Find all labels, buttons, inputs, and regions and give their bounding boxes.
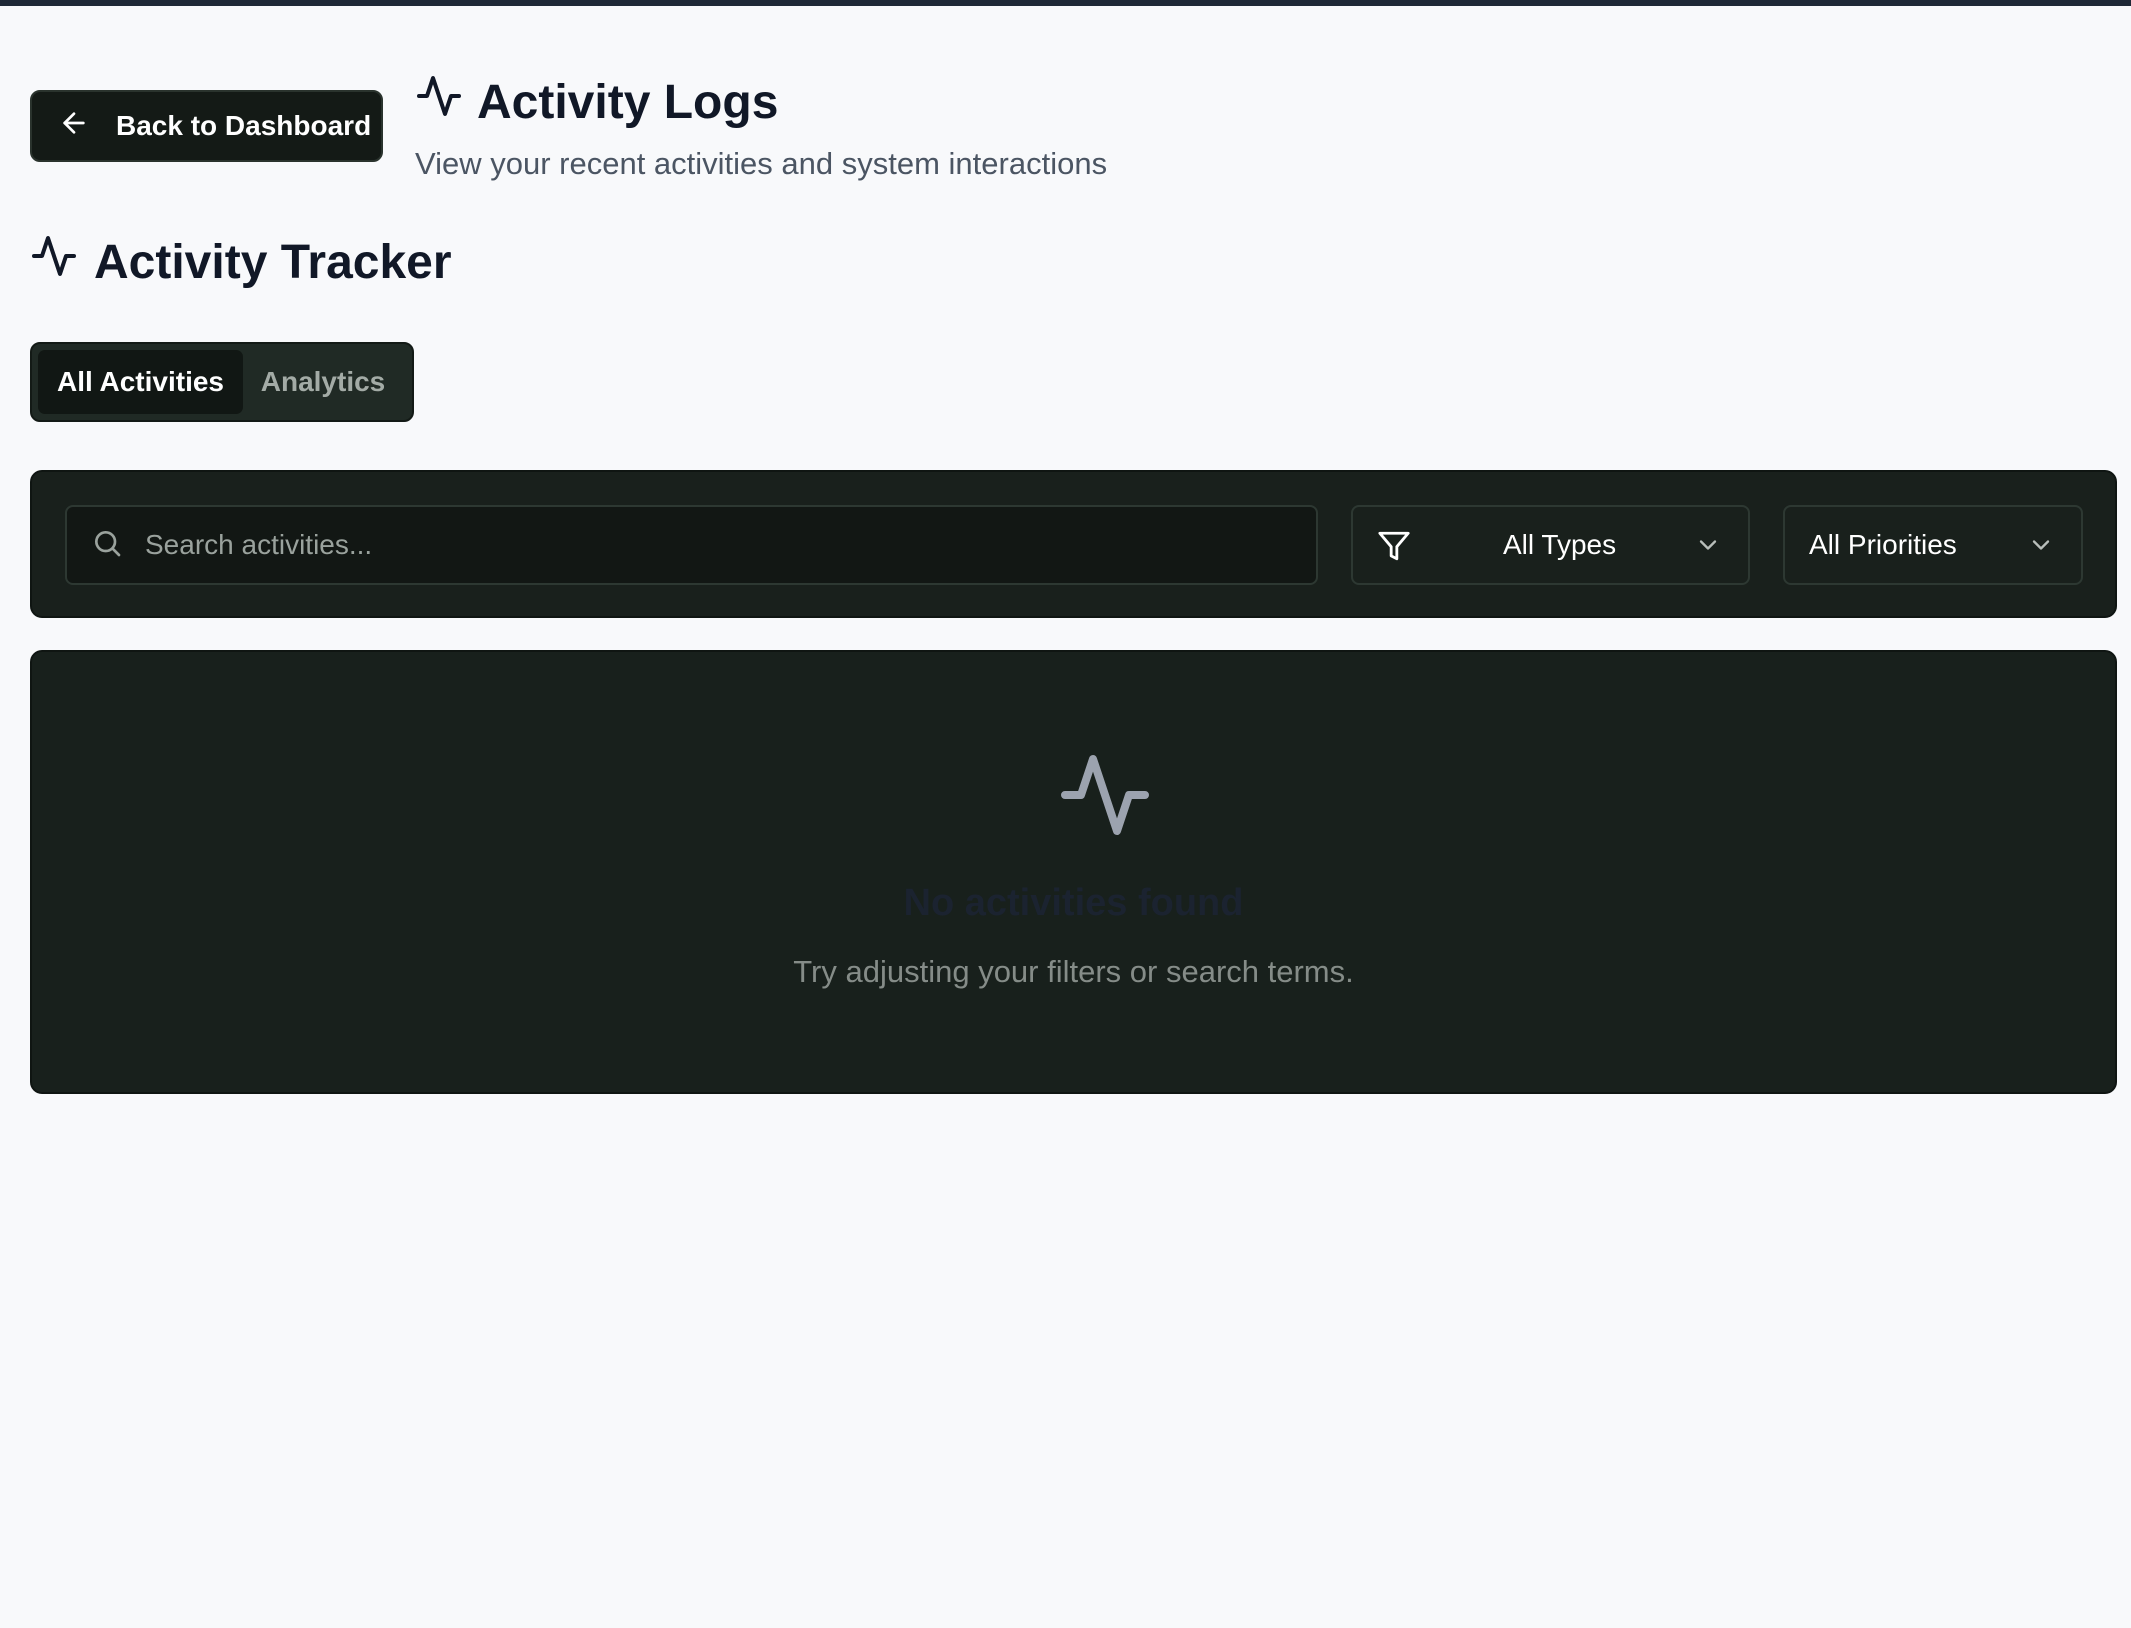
back-button-label: Back to Dashboard (116, 110, 372, 141)
arrow-left-icon (58, 107, 90, 146)
empty-state-message: Try adjusting your filters or search ter… (793, 954, 1354, 989)
page-title-row: Activity Logs (415, 70, 1107, 134)
search-input[interactable] (145, 529, 1245, 561)
tab-list: All Activities Analytics (30, 342, 414, 422)
chevron-down-icon (1699, 540, 1717, 550)
page-subtitle: View your recent activities and system i… (415, 146, 1108, 181)
empty-state-panel: No activities found Try adjusting your f… (30, 650, 2117, 1094)
page-title: Activity Logs (477, 75, 779, 129)
filter-icon (1378, 531, 1410, 561)
filter-bar: All Types All Priorities (30, 470, 2117, 618)
type-select-value: All Types (1503, 529, 1617, 560)
back-to-dashboard-button[interactable]: Back to Dashboard (30, 90, 383, 162)
priority-select[interactable]: All Priorities (1783, 505, 2083, 585)
tracker-heading: Activity Tracker (30, 232, 452, 292)
priority-select-value: All Priorities (1809, 529, 1957, 560)
chevron-down-icon (2032, 540, 2050, 550)
search-icon (91, 527, 123, 564)
page-header: Activity Logs View your recent activitie… (415, 70, 1107, 182)
type-select[interactable]: All Types (1351, 505, 1750, 585)
activity-icon (1061, 755, 1149, 835)
tab-all-activities[interactable]: All Activities (38, 350, 243, 414)
tracker-title: Activity Tracker (94, 235, 452, 289)
tab-analytics[interactable]: Analytics (243, 350, 403, 414)
activity-icon (415, 72, 463, 132)
search-box (65, 505, 1318, 585)
empty-state-title: No activities found (903, 882, 1244, 924)
activity-icon (30, 232, 78, 292)
activity-logs-page: Back to Dashboard Activity Logs View you… (0, 0, 2131, 1628)
